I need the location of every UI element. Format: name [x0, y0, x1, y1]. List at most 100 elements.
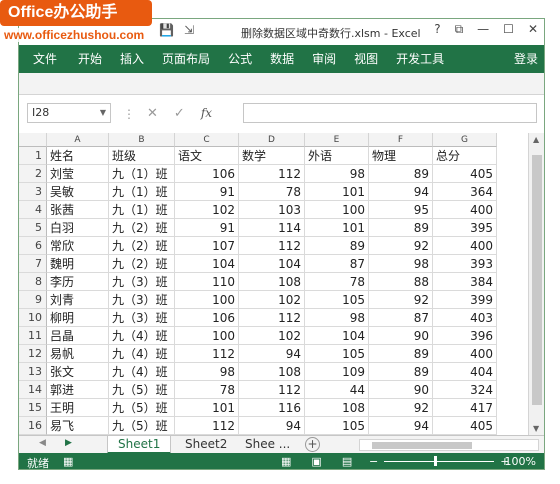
table-cell[interactable]: 90 — [369, 381, 433, 399]
table-cell[interactable]: 102 — [175, 201, 239, 219]
row-header[interactable]: 8 — [19, 273, 47, 291]
next-sheet-icon[interactable]: ▶ — [65, 438, 72, 448]
table-cell[interactable]: 101 — [175, 399, 239, 417]
table-cell[interactable]: 九（1）班 — [109, 201, 175, 219]
table-cell[interactable]: 116 — [239, 399, 305, 417]
table-cell[interactable]: 98 — [369, 255, 433, 273]
table-cell[interactable]: 吴敏 — [47, 183, 109, 201]
table-cell[interactable]: 九（2）班 — [109, 237, 175, 255]
row-header[interactable]: 5 — [19, 219, 47, 237]
table-cell[interactable]: 九（5）班 — [109, 399, 175, 417]
table-cell[interactable]: 105 — [305, 345, 369, 363]
table-cell[interactable]: 395 — [433, 219, 497, 237]
table-cell[interactable]: 100 — [175, 327, 239, 345]
column-header[interactable]: B — [109, 133, 175, 147]
table-cell[interactable]: 405 — [433, 417, 497, 435]
table-cell[interactable]: 396 — [433, 327, 497, 345]
table-cell[interactable]: 78 — [305, 273, 369, 291]
table-cell[interactable]: 105 — [305, 417, 369, 435]
prev-sheet-icon[interactable]: ◀ — [39, 438, 46, 448]
zoom-level[interactable]: 100% — [505, 455, 536, 468]
table-cell[interactable]: 九（4）班 — [109, 363, 175, 381]
table-cell[interactable]: 109 — [305, 363, 369, 381]
macro-record-icon[interactable]: ▦ — [63, 455, 73, 468]
customize-icon[interactable]: ⇲ — [184, 23, 194, 37]
table-cell[interactable]: 44 — [305, 381, 369, 399]
table-cell[interactable]: 108 — [239, 363, 305, 381]
table-cell[interactable]: 九（2）班 — [109, 255, 175, 273]
table-cell[interactable]: 78 — [175, 381, 239, 399]
table-cell[interactable]: 102 — [239, 327, 305, 345]
ribbon-display-button[interactable]: ⧉ — [455, 22, 464, 37]
table-cell[interactable]: 110 — [175, 273, 239, 291]
table-cell[interactable]: 吕晶 — [47, 327, 109, 345]
table-cell[interactable]: 91 — [175, 219, 239, 237]
table-cell[interactable]: 78 — [239, 183, 305, 201]
table-cell[interactable]: 105 — [305, 291, 369, 309]
column-header[interactable]: C — [175, 133, 239, 147]
sheet-tab-sheet3[interactable]: Shee ... — [235, 436, 300, 454]
zoom-slider[interactable]: − + — [369, 455, 509, 468]
close-button[interactable]: ✕ — [528, 22, 538, 37]
table-cell[interactable]: 九（4）班 — [109, 345, 175, 363]
table-cell[interactable]: 100 — [305, 201, 369, 219]
table-cell[interactable]: 324 — [433, 381, 497, 399]
table-cell[interactable]: 李历 — [47, 273, 109, 291]
table-cell[interactable]: 九（5）班 — [109, 417, 175, 435]
table-cell[interactable]: 刘莹 — [47, 165, 109, 183]
header-cell[interactable]: 姓名 — [47, 147, 109, 165]
header-cell[interactable]: 物理 — [369, 147, 433, 165]
row-header[interactable]: 16 — [19, 417, 47, 435]
table-cell[interactable]: 90 — [369, 327, 433, 345]
table-cell[interactable]: 89 — [369, 363, 433, 381]
sign-in-link[interactable]: 登录 — [505, 45, 544, 73]
table-cell[interactable]: 九（1）班 — [109, 165, 175, 183]
normal-view-icon[interactable]: ▦ — [281, 455, 291, 468]
header-cell[interactable]: 班级 — [109, 147, 175, 165]
table-cell[interactable]: 98 — [175, 363, 239, 381]
sheet-tab-sheet1[interactable]: Sheet1 — [107, 436, 172, 454]
row-header[interactable]: 2 — [19, 165, 47, 183]
table-cell[interactable]: 405 — [433, 165, 497, 183]
zoom-thumb[interactable] — [434, 456, 438, 466]
scroll-down-icon[interactable]: ▼ — [533, 424, 539, 433]
table-cell[interactable]: 102 — [239, 291, 305, 309]
table-cell[interactable]: 95 — [369, 201, 433, 219]
table-cell[interactable]: 98 — [305, 165, 369, 183]
page-layout-view-icon[interactable]: ▣ — [311, 455, 321, 468]
vertical-scrollbar[interactable]: ▲ ▼ — [528, 133, 544, 435]
table-cell[interactable]: 106 — [175, 309, 239, 327]
select-all-corner[interactable] — [19, 133, 47, 147]
header-cell[interactable]: 数学 — [239, 147, 305, 165]
cancel-icon[interactable]: ✕ — [147, 106, 158, 121]
row-header[interactable]: 7 — [19, 255, 47, 273]
table-cell[interactable]: 魏明 — [47, 255, 109, 273]
table-cell[interactable]: 106 — [175, 165, 239, 183]
table-cell[interactable]: 白羽 — [47, 219, 109, 237]
table-cell[interactable]: 94 — [369, 417, 433, 435]
table-cell[interactable]: 92 — [369, 291, 433, 309]
spreadsheet-grid[interactable]: A B C D E F G 1 姓名 班级 语文 数学 外语 物理 总分 2 刘莹 九（1）班 106… — [19, 133, 528, 435]
table-cell[interactable]: 92 — [369, 237, 433, 255]
h-scroll-thumb[interactable] — [372, 442, 472, 449]
row-header[interactable]: 4 — [19, 201, 47, 219]
table-cell[interactable]: 89 — [305, 237, 369, 255]
row-header[interactable]: 1 — [19, 147, 47, 165]
row-header[interactable]: 10 — [19, 309, 47, 327]
table-cell[interactable]: 九（3）班 — [109, 273, 175, 291]
table-cell[interactable]: 108 — [239, 273, 305, 291]
scroll-thumb[interactable] — [532, 155, 542, 405]
tab-page-layout[interactable]: 页面布局 — [153, 45, 219, 73]
tab-file[interactable]: 文件 — [19, 45, 70, 73]
table-cell[interactable]: 九（3）班 — [109, 291, 175, 309]
row-header[interactable]: 12 — [19, 345, 47, 363]
table-cell[interactable]: 九（5）班 — [109, 381, 175, 399]
zoom-track[interactable] — [384, 456, 495, 466]
table-cell[interactable]: 112 — [239, 309, 305, 327]
column-header[interactable]: D — [239, 133, 305, 147]
sheet-tab-sheet2[interactable]: Sheet2 — [175, 436, 237, 454]
table-cell[interactable]: 易帆 — [47, 345, 109, 363]
table-cell[interactable]: 400 — [433, 201, 497, 219]
row-header[interactable]: 6 — [19, 237, 47, 255]
table-cell[interactable]: 98 — [305, 309, 369, 327]
